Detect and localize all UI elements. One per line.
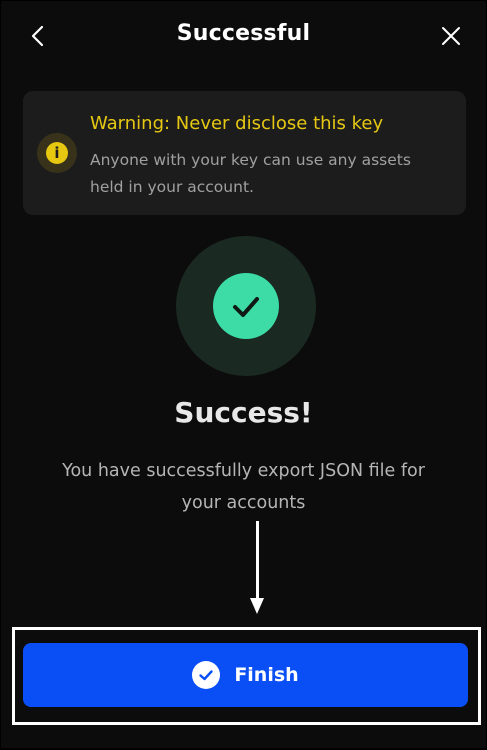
warning-title: Warning: Never disclose this key (90, 113, 384, 134)
annotation-arrow-shaft (256, 521, 259, 601)
check-circle-icon (192, 661, 221, 689)
info-icon: i (46, 142, 68, 164)
header: Successful (1, 1, 486, 73)
check-icon (233, 297, 259, 317)
warning-card: i Warning: Never disclose this key Anyon… (23, 91, 466, 215)
page-title: Successful (176, 21, 311, 46)
warning-icon-container: i (37, 133, 77, 173)
close-icon (442, 27, 460, 45)
success-heading: Success! (174, 396, 313, 429)
close-button[interactable] (438, 21, 464, 51)
success-screen: Successful i Warning: Never disclose thi… (1, 1, 486, 748)
annotation-arrow-head (250, 598, 264, 614)
success-icon-circle (213, 273, 279, 339)
finish-button[interactable]: Finish (23, 643, 468, 707)
warning-text: Anyone with your key can use any assets … (90, 151, 411, 196)
success-badge (176, 236, 316, 376)
success-message: You have successfully export JSON file f… (62, 461, 425, 513)
finish-button-label: Finish (234, 664, 299, 686)
